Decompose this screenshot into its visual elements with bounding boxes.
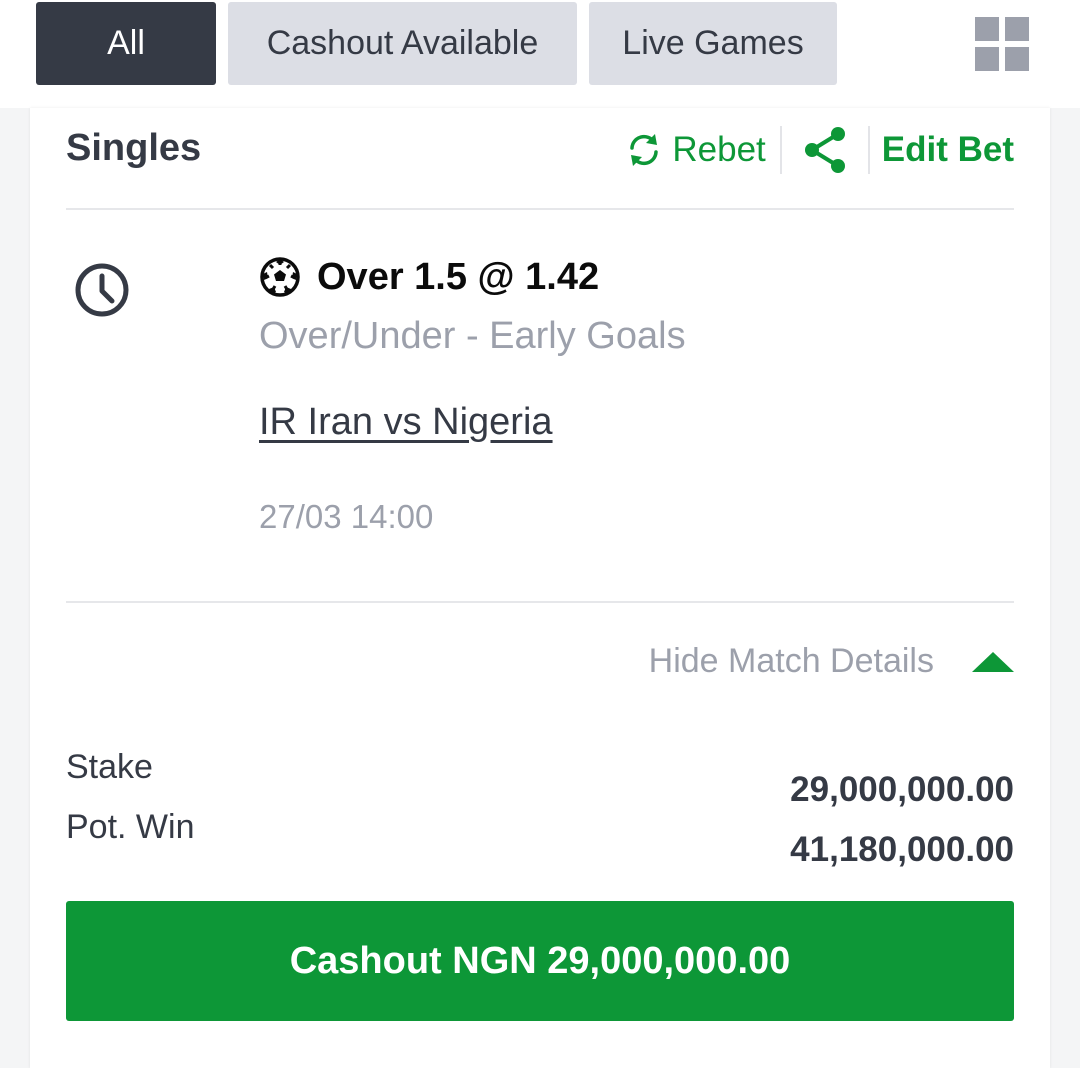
cashout-button[interactable]: Cashout NGN 29,000,000.00 [66,901,1014,1021]
filter-cashout-available-button[interactable]: Cashout Available [228,2,577,85]
divider [66,601,1014,603]
filter-bar: All Cashout Available Live Games [0,0,1080,108]
divider [66,208,1014,210]
share-icon [804,127,845,173]
filter-live-games-button[interactable]: Live Games [589,2,837,85]
clock-icon [75,263,129,317]
hide-match-details-toggle[interactable]: Hide Match Details [649,642,1014,681]
bet-card: Singles Rebet Edit Bet Over 1.5 @ 1.42 O… [30,108,1050,1068]
pot-win-value: 41,180,000.00 [790,830,1014,869]
selection-pick-label: Over 1.5 @ 1.42 [317,255,600,298]
bet-actions: Rebet Edit Bet [624,126,1014,174]
grid-view-icon[interactable] [975,17,1029,71]
market-name: Over/Under - Early Goals [259,315,686,357]
edit-bet-button[interactable]: Edit Bet [870,130,1014,170]
refresh-icon [630,134,659,166]
soccer-ball-icon [260,257,300,297]
pot-win-label: Pot. Win [66,808,195,846]
chevron-up-icon [972,651,1014,672]
match-kickoff-time: 27/03 14:00 [259,498,434,535]
match-link[interactable]: IR Iran vs Nigeria [259,401,553,444]
rebet-button[interactable]: Rebet [624,130,779,170]
rebet-label: Rebet [672,130,766,169]
share-button[interactable] [782,125,868,175]
selection-pick: Over 1.5 @ 1.42 [259,252,599,302]
bet-type-title: Singles [66,127,202,169]
stake-label: Stake [66,748,153,786]
stake-value: 29,000,000.00 [790,770,1014,809]
hide-match-details-label: Hide Match Details [648,642,934,680]
filter-all-button[interactable]: All [36,2,216,85]
